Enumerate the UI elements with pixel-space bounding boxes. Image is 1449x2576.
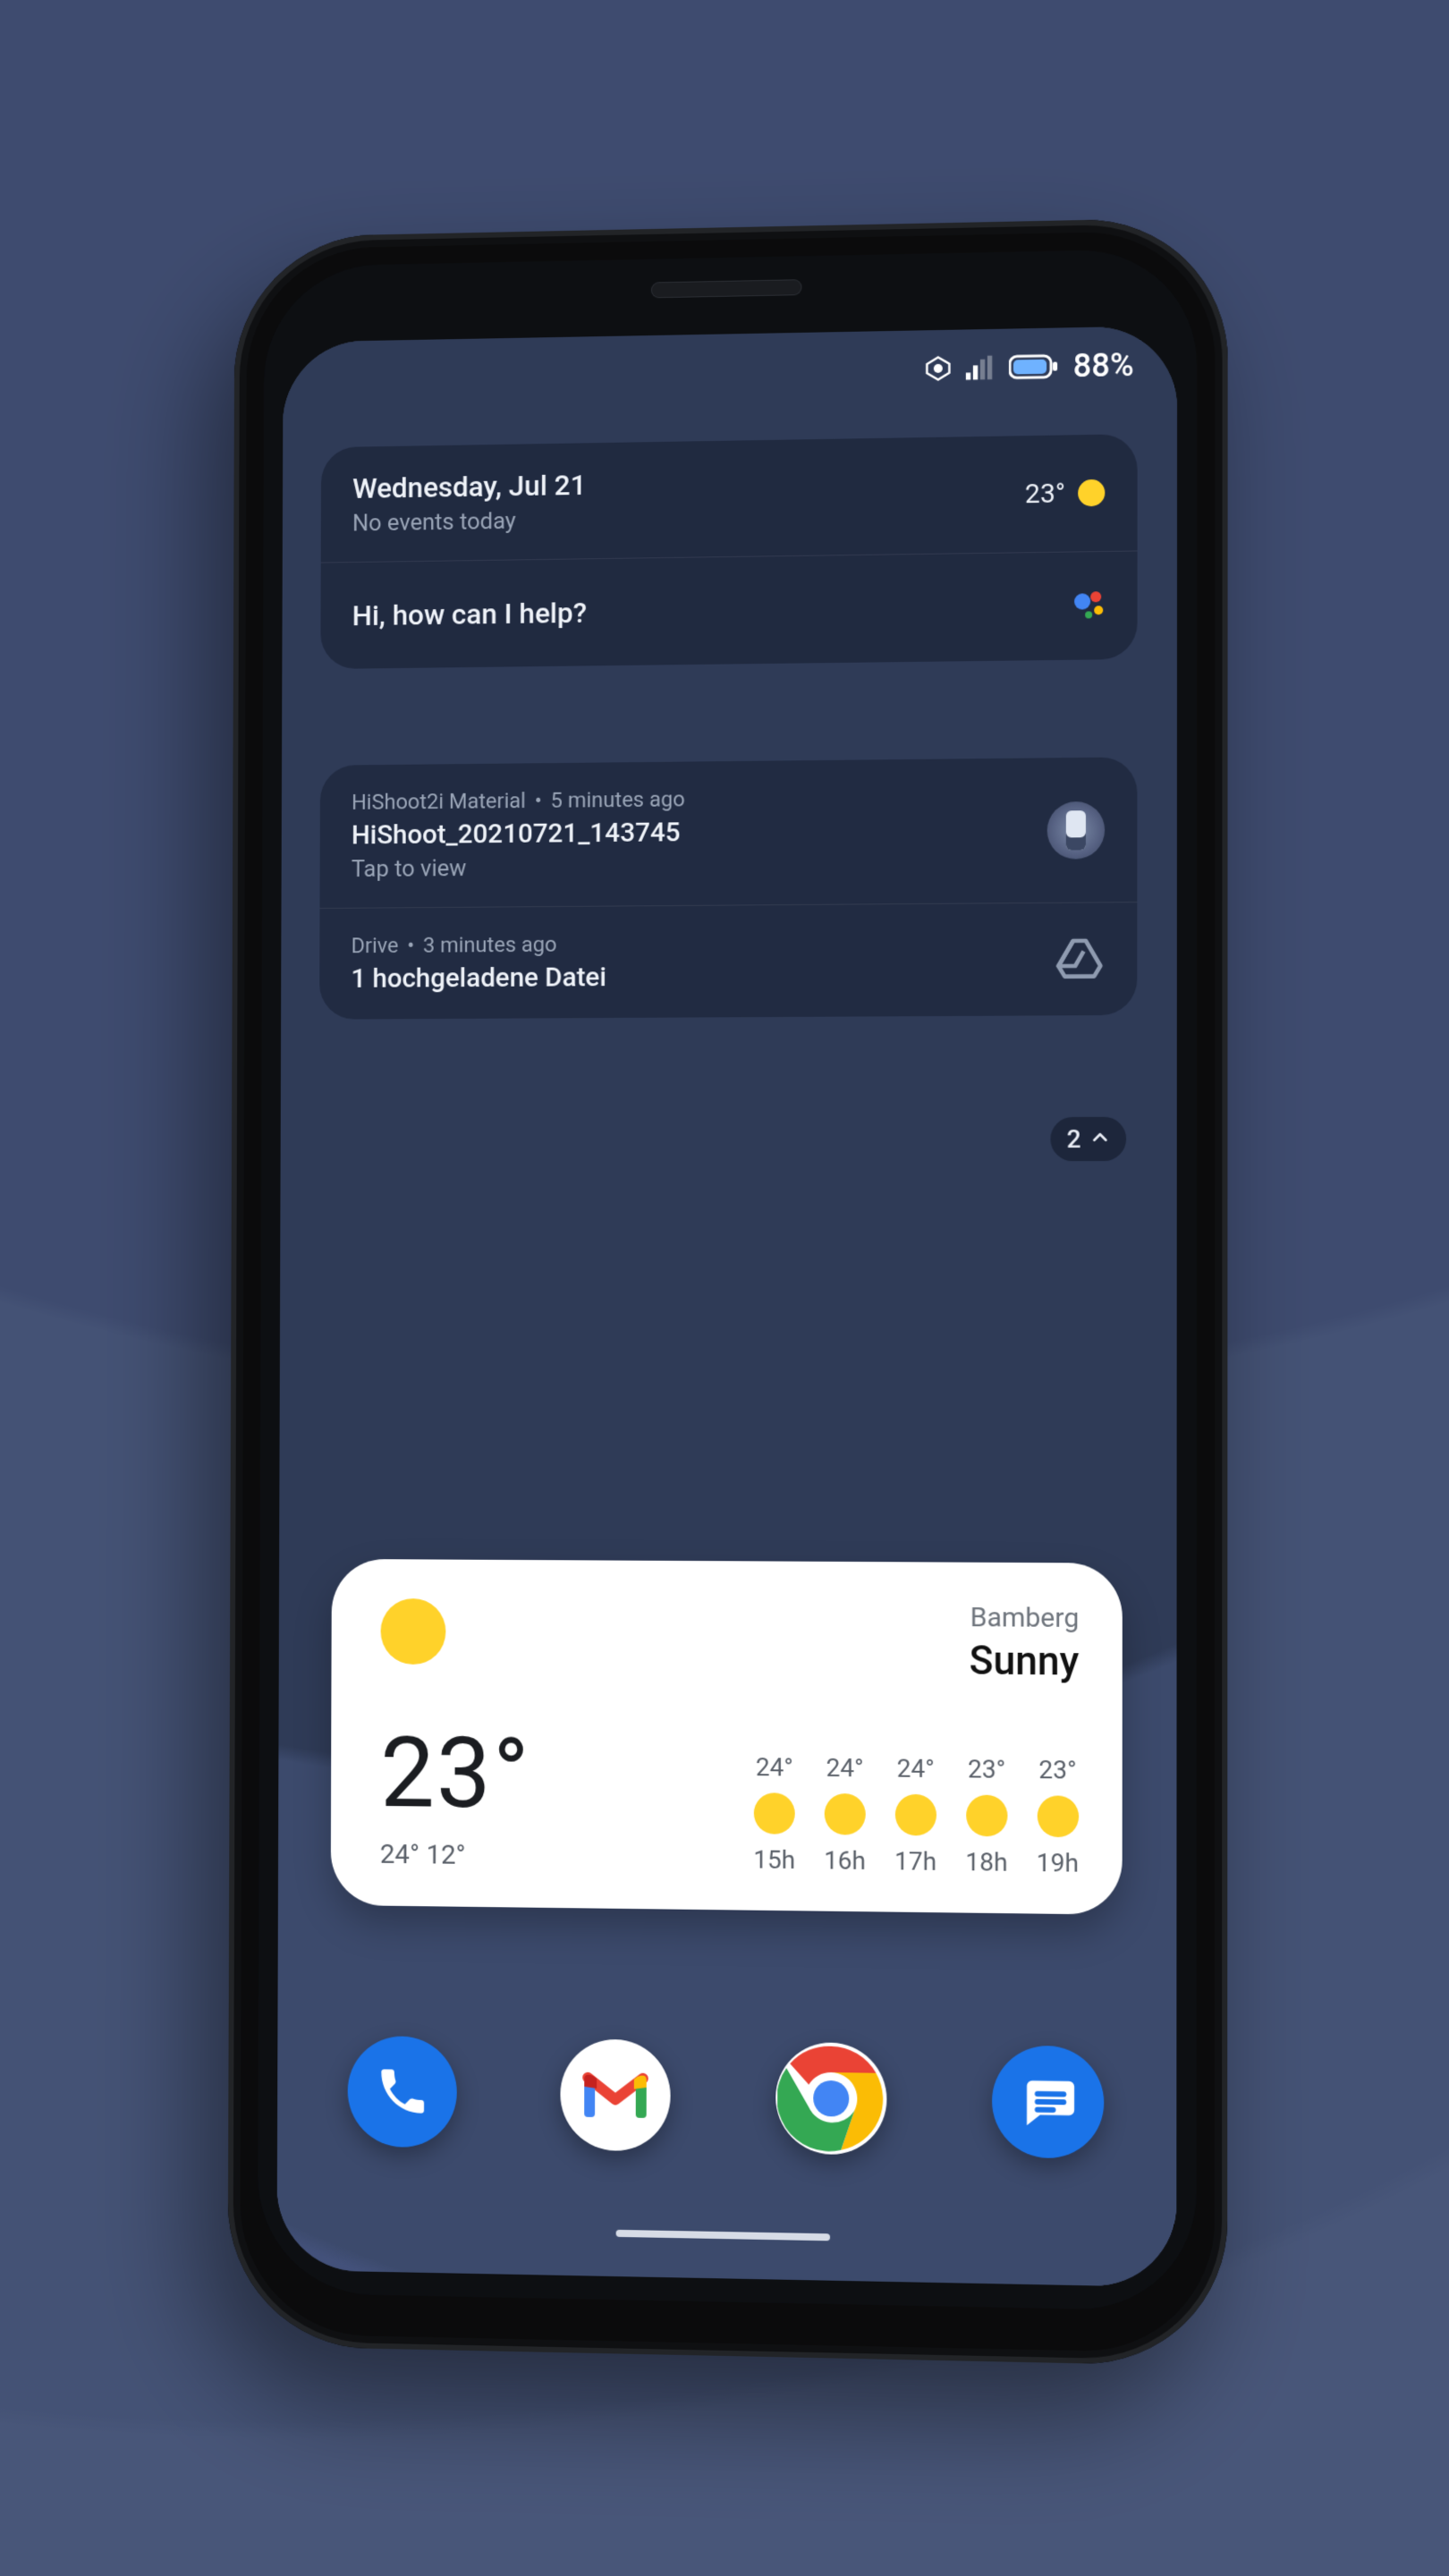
glance-temp: 23° xyxy=(1025,478,1065,510)
assistant-card[interactable]: Hi, how can I help? xyxy=(320,551,1137,669)
signal-icon xyxy=(965,354,994,382)
chrome-app[interactable] xyxy=(775,2042,886,2156)
weather-forecast: 24° 15h 24° 16h 24° 17h 23° 18h xyxy=(753,1718,1079,1878)
earpiece-speaker xyxy=(651,279,802,298)
notification-overflow-pill[interactable]: 2 xyxy=(1051,1117,1127,1162)
battery-icon xyxy=(1008,353,1058,381)
notification-hishoot[interactable]: HiShoot2i Material•5 minutes ago HiShoot… xyxy=(319,757,1137,909)
forecast-temp: 23° xyxy=(1038,1755,1076,1785)
notification-stack-bottom: HiShoot2i Material•5 minutes ago HiShoot… xyxy=(319,757,1137,1019)
notification-app: Drive xyxy=(352,933,399,958)
sun-icon xyxy=(1037,1795,1078,1837)
weather-condition: Sunny xyxy=(754,1636,1080,1685)
weather-city: Bamberg xyxy=(754,1601,1080,1635)
notification-meta: HiShoot2i Material•5 minutes ago xyxy=(352,784,1030,815)
sun-icon xyxy=(754,1792,795,1835)
weather-high-low: 24° 12° xyxy=(380,1839,753,1875)
screen: 88% Wednesday, Jul 21 No events today 23… xyxy=(277,326,1178,2287)
glance-date: Wednesday, Jul 21 xyxy=(352,462,1007,505)
battery-percent: 88% xyxy=(1073,346,1134,385)
drive-icon xyxy=(1055,934,1105,985)
notification-age: 3 minutes ago xyxy=(423,932,557,958)
sun-icon xyxy=(380,1598,445,1665)
forecast-temp: 24° xyxy=(826,1753,864,1784)
forecast-hour: 17h xyxy=(894,1846,936,1877)
sun-icon xyxy=(895,1794,936,1836)
phone-app[interactable] xyxy=(348,2036,457,2148)
notification-meta: Drive•3 minutes ago xyxy=(352,928,1037,958)
chevron-up-icon xyxy=(1090,1124,1110,1154)
assistant-prompt: Hi, how can I help? xyxy=(352,589,1051,632)
weather-low: 12° xyxy=(426,1839,465,1870)
sun-icon xyxy=(825,1793,866,1835)
forecast-item: 23° 19h xyxy=(1037,1755,1079,1878)
status-bar: 88% xyxy=(924,346,1133,387)
notification-app: HiShoot2i Material xyxy=(352,788,526,815)
glance-events: No events today xyxy=(352,501,1007,538)
forecast-item: 23° 18h xyxy=(965,1754,1007,1877)
notification-age: 5 minutes ago xyxy=(551,786,685,812)
weather-widget[interactable]: Bamberg Sunny 23° 24° 12° 24° 15h 24° xyxy=(331,1559,1123,1915)
forecast-item: 24° 16h xyxy=(824,1753,866,1876)
weather-high: 24° xyxy=(380,1839,419,1870)
weather-temp: 23° xyxy=(380,1715,754,1834)
gmail-app[interactable] xyxy=(561,2038,671,2151)
notification-drive[interactable]: Drive•3 minutes ago 1 hochgeladene Datei xyxy=(319,902,1137,1020)
notification-stack-top: Wednesday, Jul 21 No events today 23° Hi… xyxy=(320,434,1137,669)
forecast-temp: 24° xyxy=(897,1753,935,1784)
sun-icon xyxy=(966,1795,1007,1837)
forecast-hour: 15h xyxy=(753,1844,795,1875)
overflow-count: 2 xyxy=(1067,1124,1081,1154)
messages-app[interactable] xyxy=(992,2045,1104,2158)
forecast-item: 24° 15h xyxy=(753,1752,795,1875)
dnd-icon xyxy=(924,355,951,382)
forecast-hour: 19h xyxy=(1037,1848,1079,1878)
forecast-item: 24° 17h xyxy=(894,1753,936,1876)
app-dock xyxy=(348,2036,1105,2159)
notification-title: 1 hochgeladene Datei xyxy=(351,959,1036,995)
forecast-hour: 16h xyxy=(824,1845,866,1876)
sun-icon xyxy=(1078,479,1105,507)
assistant-icon xyxy=(1069,588,1105,624)
forecast-temp: 23° xyxy=(968,1754,1005,1784)
glance-card[interactable]: Wednesday, Jul 21 No events today 23° xyxy=(321,434,1138,563)
notification-thumbnail xyxy=(1047,801,1105,859)
forecast-hour: 18h xyxy=(965,1847,1007,1877)
notification-title: HiShoot_20210721_143745 xyxy=(352,814,1030,852)
device-mockup: 88% Wednesday, Jul 21 No events today 23… xyxy=(227,217,1227,2367)
forecast-temp: 24° xyxy=(756,1752,793,1783)
notification-subtitle: Tap to view xyxy=(352,851,1030,883)
